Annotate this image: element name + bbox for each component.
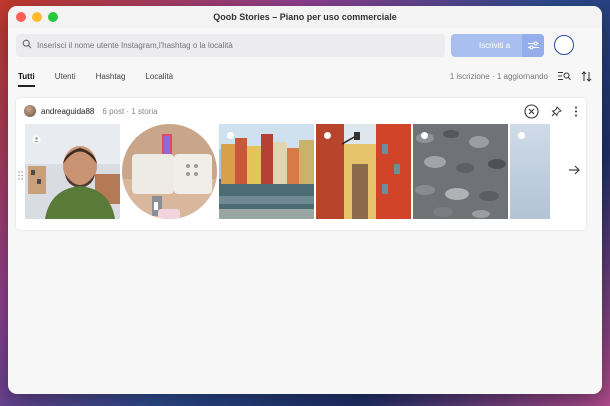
profile-actions xyxy=(524,103,578,119)
media-indicator-icon xyxy=(324,132,331,139)
media-indicator-icon xyxy=(227,132,234,139)
close-circle-icon xyxy=(524,103,539,119)
app-window: Qoob Stories – Piano per uso commerciale… xyxy=(8,6,602,394)
profile-avatar[interactable] xyxy=(24,105,36,117)
account-avatar-button[interactable] xyxy=(554,35,574,55)
media-thumbnail-sky[interactable] xyxy=(510,124,550,219)
subscribe-label: Iscriviti a xyxy=(479,40,511,50)
zoom-window-button[interactable] xyxy=(48,12,58,22)
search-icon xyxy=(22,36,32,54)
search-list-icon[interactable] xyxy=(558,71,571,81)
meta-separator: · xyxy=(126,106,130,116)
subscription-summary: 1 iscrizione · 1 aggiornando xyxy=(450,72,548,81)
tab-bar: Tutti Utenti Hashtag Località 1 iscrizio… xyxy=(8,62,602,90)
window-controls xyxy=(16,12,58,22)
window-title: Qoob Stories – Piano per uso commerciale xyxy=(213,12,397,22)
tab-hashtag[interactable]: Hashtag xyxy=(96,66,126,87)
media-thumbnail-harbor[interactable] xyxy=(219,124,314,219)
stories-count: 1 storia xyxy=(131,106,158,116)
media-strip xyxy=(16,124,586,220)
tab-tools: 1 iscrizione · 1 aggiornando xyxy=(450,70,592,82)
media-thumbnail-street-lamp[interactable] xyxy=(316,124,411,219)
profile-card: andreaguida88 6 post · 1 storia xyxy=(16,98,586,230)
media-thumbnail-story[interactable] xyxy=(122,124,217,219)
unsubscribe-button[interactable] xyxy=(524,103,539,119)
updating-count: 1 aggiornando xyxy=(496,71,548,81)
sort-icon[interactable] xyxy=(581,70,592,82)
subscriptions-count: 1 iscrizione xyxy=(449,71,490,81)
arrow-right-icon[interactable] xyxy=(568,164,580,176)
media-indicator-icon xyxy=(518,132,525,139)
subscribe-button[interactable]: Iscriviti a xyxy=(451,33,544,57)
pin-icon[interactable] xyxy=(551,105,562,117)
tab-localita[interactable]: Località xyxy=(145,66,173,87)
close-window-button[interactable] xyxy=(16,12,26,22)
profile-username[interactable]: andreaguida88 xyxy=(41,107,94,116)
media-indicator-icon xyxy=(421,132,428,139)
tab-tutti[interactable]: Tutti xyxy=(18,66,35,87)
profile-meta: 6 post · 1 storia xyxy=(102,107,157,116)
search-input[interactable] xyxy=(37,40,445,50)
summary-separator: · xyxy=(491,71,495,81)
tab-utenti[interactable]: Utenti xyxy=(55,66,76,87)
profile-header: andreaguida88 6 post · 1 storia xyxy=(16,98,586,124)
media-thumbnail-selfie[interactable] xyxy=(25,124,120,219)
minimize-window-button[interactable] xyxy=(32,12,42,22)
search-row: Iscriviti a xyxy=(8,28,602,58)
title-bar: Qoob Stories – Piano per uso commerciale xyxy=(8,6,602,28)
filter-settings-button[interactable] xyxy=(522,33,544,57)
posts-count: 6 post xyxy=(102,106,125,116)
media-thumbnail-pebbles[interactable] xyxy=(413,124,508,219)
drag-handle-icon[interactable] xyxy=(18,167,23,185)
search-box[interactable] xyxy=(16,33,445,57)
more-options-icon[interactable] xyxy=(574,106,578,117)
sliders-icon xyxy=(527,41,539,49)
video-badge-icon xyxy=(32,131,41,149)
